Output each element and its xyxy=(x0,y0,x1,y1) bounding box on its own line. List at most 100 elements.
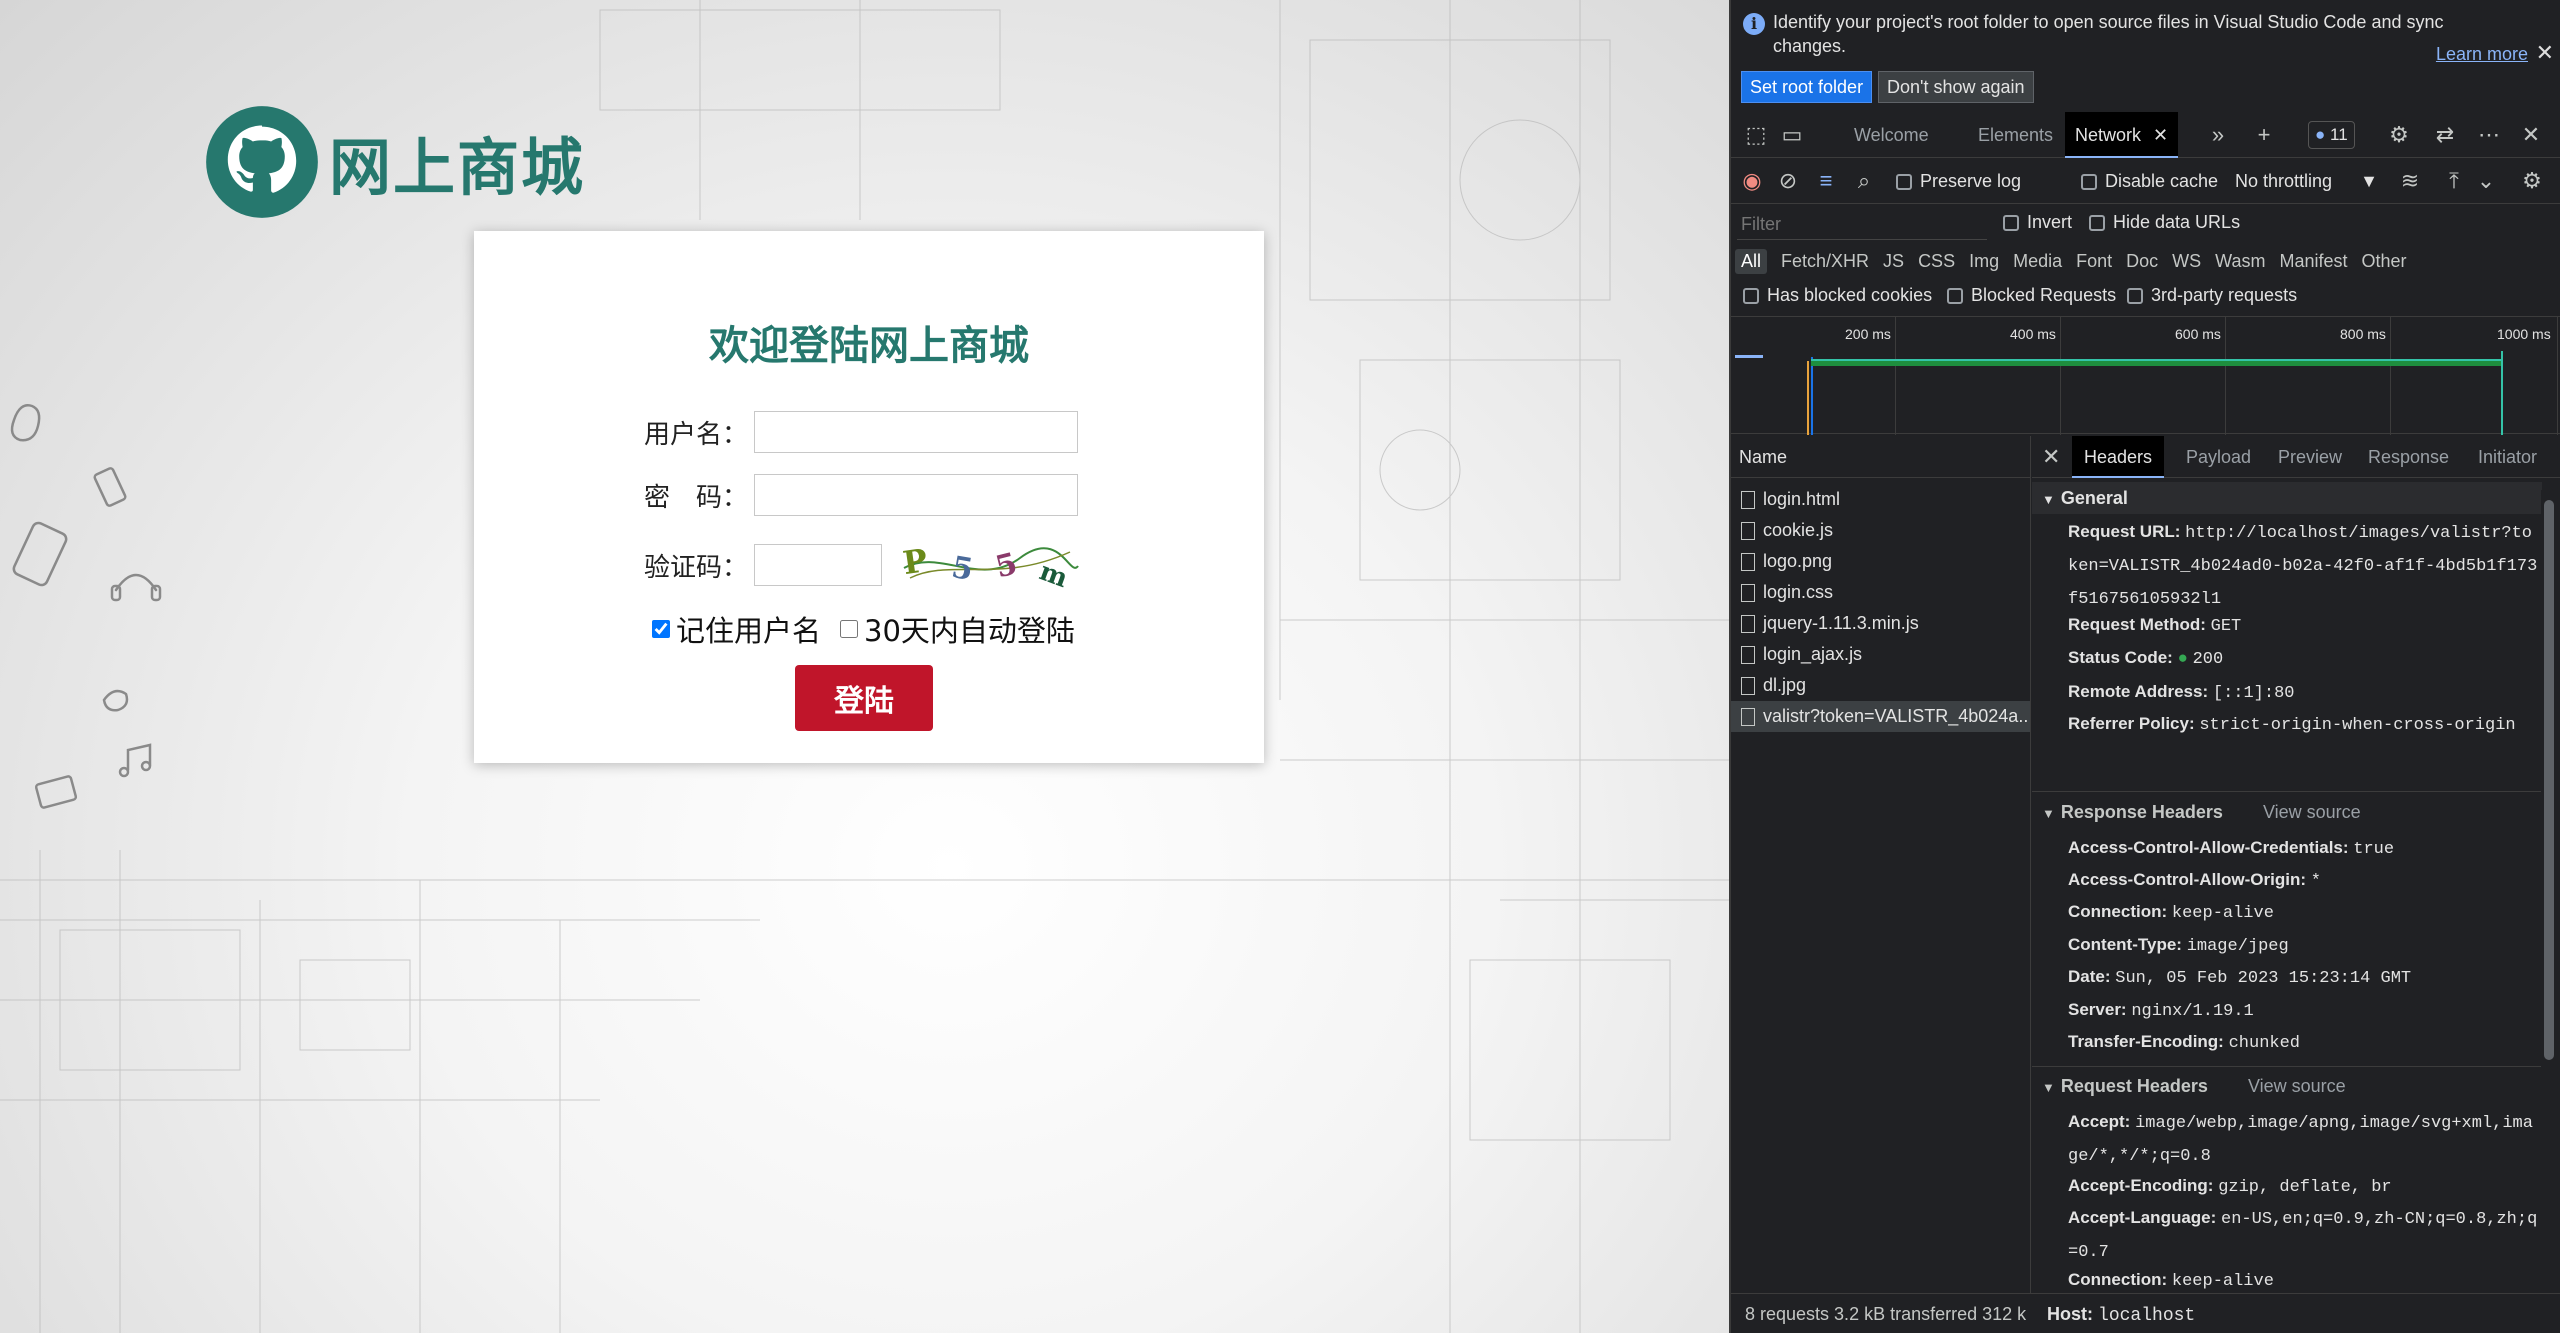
username-input[interactable] xyxy=(754,411,1078,453)
blocked-requests[interactable]: Blocked Requests xyxy=(1947,285,2116,306)
general-section-header[interactable]: ▼ General xyxy=(2032,482,2542,514)
disable-cache[interactable]: Disable cache xyxy=(2081,171,2218,192)
connect-icon[interactable]: ⇄ xyxy=(2432,122,2458,148)
request-row-selected[interactable]: valistr?token=VALISTR_4b024a... xyxy=(1731,701,2030,732)
blocked-requests-label: Blocked Requests xyxy=(1971,285,2117,305)
section-divider xyxy=(2032,791,2542,792)
header-value: nginx/1.19.1 xyxy=(2131,1002,2254,1021)
type-filter-font[interactable]: Font xyxy=(2076,251,2112,272)
header-value: keep-alive xyxy=(2171,1272,2274,1291)
type-filter-doc[interactable]: Doc xyxy=(2126,251,2158,272)
request-row[interactable]: login_ajax.js xyxy=(1731,639,2030,670)
remember-checkbox[interactable] xyxy=(652,620,670,638)
hide-data-urls[interactable]: Hide data URLs xyxy=(2089,212,2240,233)
request-row[interactable]: login.css xyxy=(1731,577,2030,608)
set-root-folder-button[interactable]: Set root folder xyxy=(1741,71,1873,103)
file-icon xyxy=(1741,552,1755,571)
device-toolbar-icon[interactable]: ▭ xyxy=(1779,122,1805,148)
type-filter-fetch[interactable]: Fetch/XHR xyxy=(1781,251,1869,272)
more-options-icon[interactable]: ⋯ xyxy=(2476,122,2502,148)
remember-username[interactable]: 记住用户名 xyxy=(652,608,821,650)
response-headers-section-header[interactable]: ▼ Response Headers View source xyxy=(2032,796,2542,828)
third-party-checkbox[interactable] xyxy=(2127,287,2143,304)
issues-badge[interactable]: ● 11 xyxy=(2308,121,2355,149)
hide-data-urls-checkbox[interactable] xyxy=(2089,214,2105,231)
throttling-select[interactable]: No throttling ▼ xyxy=(2235,171,2378,192)
scrollbar-thumb[interactable] xyxy=(2544,500,2554,1060)
auto-login[interactable]: 30天内自动登陆 xyxy=(840,608,1075,650)
type-filter-other[interactable]: Other xyxy=(2362,251,2407,272)
tab-initiator[interactable]: Initiator xyxy=(2478,436,2537,478)
learn-more-link[interactable]: Learn more xyxy=(2436,44,2528,65)
preserve-log-checkbox[interactable] xyxy=(1896,173,1912,190)
request-header-row: Connection: keep-alive xyxy=(2068,1264,2540,1295)
preserve-log[interactable]: Preserve log xyxy=(1896,171,2021,192)
tab-welcome[interactable]: Welcome xyxy=(1854,112,1929,158)
type-filter-all[interactable]: All xyxy=(1735,248,1768,274)
tab-elements[interactable]: Elements xyxy=(1978,112,2053,158)
blocked-requests-checkbox[interactable] xyxy=(1947,287,1963,304)
add-tab-icon[interactable]: + xyxy=(2251,122,2277,148)
request-row[interactable]: dl.jpg xyxy=(1731,670,2030,701)
request-row[interactable]: logo.png xyxy=(1731,546,2030,577)
tab-headers[interactable]: Headers xyxy=(2072,436,2165,478)
password-row: 密 码： xyxy=(644,474,1078,516)
request-row[interactable]: jquery-1.11.3.min.js xyxy=(1731,608,2030,639)
disable-cache-checkbox[interactable] xyxy=(2081,173,2097,190)
filter-input[interactable] xyxy=(1737,210,1987,240)
type-filter-manifest[interactable]: Manifest xyxy=(2280,251,2348,272)
close-tab-icon[interactable]: ✕ xyxy=(2153,125,2168,145)
clear-icon[interactable]: ⊘ xyxy=(1775,168,1801,194)
dont-show-again-button[interactable]: Don't show again xyxy=(1878,71,2034,103)
view-source-link[interactable]: View source xyxy=(2263,802,2361,822)
tab-network[interactable]: Network ✕ xyxy=(2065,112,2179,158)
type-filter-ws[interactable]: WS xyxy=(2172,251,2201,272)
request-headers-section-header[interactable]: ▼ Request Headers View source xyxy=(2032,1070,2542,1102)
network-settings-icon[interactable]: ⚙ xyxy=(2519,168,2545,194)
network-timeline[interactable]: 200 ms 400 ms 600 ms 800 ms 1000 ms xyxy=(1731,316,2560,435)
name-column-header[interactable]: Name xyxy=(1731,436,2030,478)
chevron-down-icon: ▼ xyxy=(2360,171,2378,191)
username-row: 用户名： xyxy=(644,411,1078,453)
invert-checkbox[interactable] xyxy=(2003,214,2019,231)
close-detail-icon[interactable]: ✕ xyxy=(2042,444,2060,470)
inspect-element-icon[interactable]: ⬚ xyxy=(1743,122,1769,148)
close-devtools-icon[interactable]: ✕ xyxy=(2518,122,2544,148)
request-row[interactable]: cookie.js xyxy=(1731,515,2030,546)
tab-preview[interactable]: Preview xyxy=(2278,436,2342,478)
record-icon[interactable]: ◉ xyxy=(1739,168,1765,194)
filter-icon[interactable]: ≡ xyxy=(1813,168,1839,194)
third-party-requests[interactable]: 3rd-party requests xyxy=(2127,285,2297,306)
detail-scrollbar[interactable] xyxy=(2541,490,2557,1333)
captcha-input[interactable] xyxy=(754,544,882,586)
tab-response[interactable]: Response xyxy=(2368,436,2449,478)
request-headers-title: Request Headers xyxy=(2060,1076,2208,1096)
devtools-tabbar: ⬚ ▭ Welcome Elements Network ✕ » + ● 11 ⚙… xyxy=(1731,112,2560,158)
site-logo[interactable]: 网上商城 xyxy=(205,105,585,219)
search-icon[interactable]: ⌕ xyxy=(1851,168,1877,194)
login-button[interactable]: 登陆 xyxy=(795,665,933,731)
settings-gear-icon[interactable]: ⚙ xyxy=(2386,122,2412,148)
password-input[interactable] xyxy=(754,474,1078,516)
type-filter-wasm[interactable]: Wasm xyxy=(2215,251,2265,272)
captcha-image[interactable]: P 5 5 m xyxy=(900,538,1080,592)
type-filter-js[interactable]: JS xyxy=(1883,251,1904,272)
auto-login-checkbox[interactable] xyxy=(840,620,858,638)
blocked-cookies[interactable]: Has blocked cookies xyxy=(1743,285,1932,306)
request-row[interactable]: login.html xyxy=(1731,484,2030,515)
invert-filter[interactable]: Invert xyxy=(2003,212,2072,233)
request-name: login.html xyxy=(1763,489,1841,509)
logo-text: 网上商城 xyxy=(329,131,586,204)
network-conditions-icon[interactable]: ≋ xyxy=(2397,168,2423,194)
more-tabs-icon[interactable]: » xyxy=(2205,122,2231,148)
type-filter-img[interactable]: Img xyxy=(1969,251,1999,272)
request-name: jquery-1.11.3.min.js xyxy=(1763,613,1919,633)
type-filter-css[interactable]: CSS xyxy=(1918,251,1955,272)
tab-payload[interactable]: Payload xyxy=(2186,436,2251,478)
close-icon[interactable]: ✕ xyxy=(2536,40,2554,66)
view-source-link[interactable]: View source xyxy=(2248,1076,2346,1096)
blocked-cookies-checkbox[interactable] xyxy=(1743,287,1759,304)
import-har-icon[interactable]: ⤒ xyxy=(2441,168,2467,194)
export-har-icon[interactable]: ⌄ xyxy=(2473,168,2499,194)
type-filter-media[interactable]: Media xyxy=(2013,251,2062,272)
